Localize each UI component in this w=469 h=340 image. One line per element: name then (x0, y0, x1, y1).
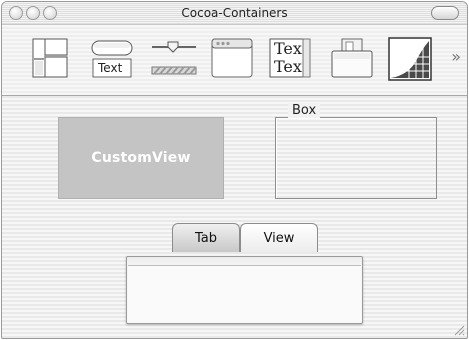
box-title: Box (288, 103, 321, 118)
box-stack-icon (331, 38, 373, 78)
tab-view-content (128, 265, 361, 322)
tab-label: Tab (194, 230, 217, 246)
graph-item[interactable] (388, 37, 434, 81)
text-view-line-1: Tex (274, 39, 302, 58)
slider-progress-item[interactable] (150, 37, 198, 81)
window-icon (211, 38, 253, 78)
tab-tab[interactable]: Tab (172, 223, 240, 252)
app-window: Cocoa-Containers Text Tex Tex » CustomVi… (1, 1, 468, 339)
window-content: CustomView Box Tab View (2, 96, 467, 338)
window-item[interactable] (210, 37, 254, 81)
text-view-item[interactable]: Tex Tex (268, 37, 314, 81)
tab-view-label-tab[interactable]: View (240, 223, 318, 252)
split-view-icon (32, 38, 68, 78)
graph-icon (388, 37, 432, 81)
box-container (275, 117, 437, 199)
tab-label: View (263, 230, 295, 246)
window-title: Cocoa-Containers (181, 6, 288, 20)
tab-view (126, 256, 363, 324)
split-view-item[interactable] (32, 37, 68, 81)
text-field-sample: Text (98, 61, 123, 75)
toolbar-overflow-button[interactable]: » (451, 47, 461, 66)
title-bar[interactable]: Cocoa-Containers (2, 2, 467, 25)
custom-view-label: CustomView (91, 150, 191, 166)
toolbar-toggle-button[interactable] (431, 6, 459, 20)
custom-view[interactable]: CustomView (58, 117, 224, 199)
box-stack-item[interactable] (330, 37, 376, 81)
text-view-line-2: Tex (274, 57, 302, 76)
button-text-item[interactable]: Text (90, 37, 136, 81)
toolbar: Text Tex Tex » (2, 25, 467, 96)
slider-progress-icon (151, 41, 197, 75)
resize-grip-icon[interactable] (453, 324, 465, 336)
